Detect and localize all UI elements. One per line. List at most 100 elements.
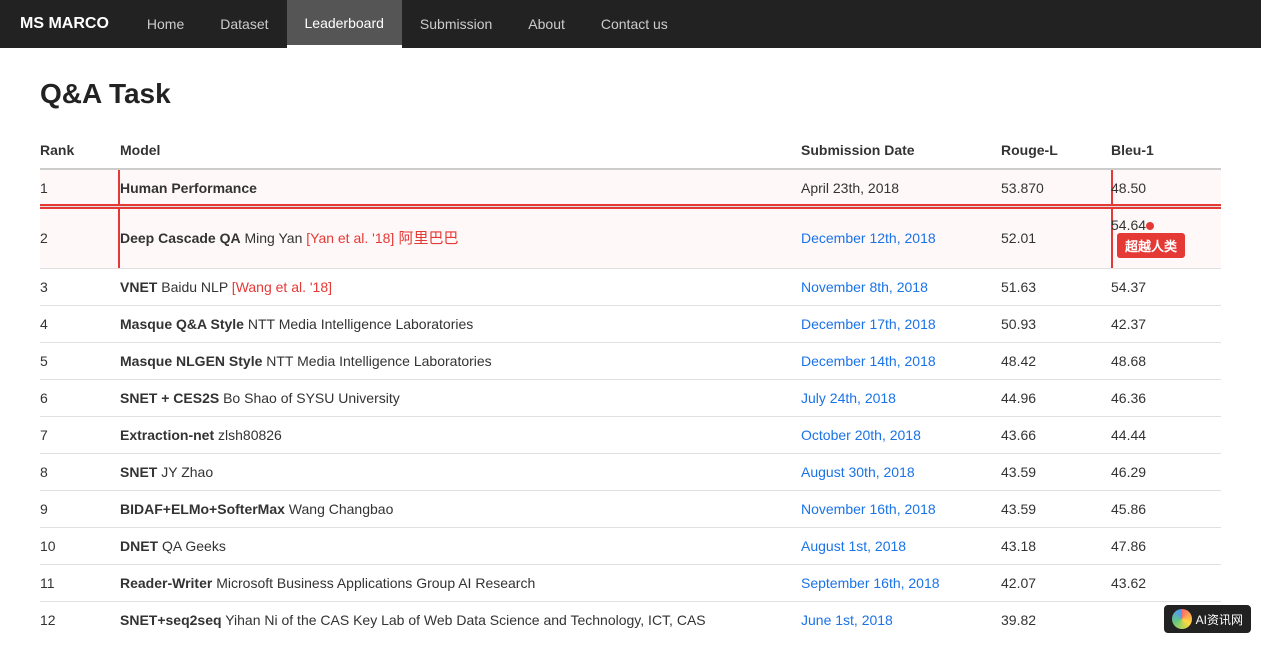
cell-date[interactable]: December 17th, 2018: [801, 306, 1001, 343]
cell-model: SNET+seq2seq Yihan Ni of the CAS Key Lab…: [120, 602, 801, 639]
cell-model: Human Performance: [120, 169, 801, 207]
date-link[interactable]: November 8th, 2018: [801, 279, 928, 295]
model-name: VNET: [120, 279, 157, 295]
date-link[interactable]: November 16th, 2018: [801, 501, 936, 517]
cell-bleu: 43.62: [1111, 565, 1221, 602]
cell-bleu: 48.68: [1111, 343, 1221, 380]
table-row: 10DNET QA GeeksAugust 1st, 201843.1847.8…: [40, 528, 1221, 565]
col-model: Model: [120, 134, 801, 169]
table-row: 8SNET JY ZhaoAugust 30th, 201843.5946.29: [40, 454, 1221, 491]
cell-rank: 12: [40, 602, 120, 639]
cell-bleu: 47.86: [1111, 528, 1221, 565]
cell-model: SNET JY Zhao: [120, 454, 801, 491]
nav-leaderboard[interactable]: Leaderboard: [287, 0, 402, 48]
cell-rank: 6: [40, 380, 120, 417]
date-link[interactable]: December 17th, 2018: [801, 316, 936, 332]
model-desc: NTT Media Intelligence Laboratories: [244, 316, 473, 332]
cell-bleu: 44.44: [1111, 417, 1221, 454]
col-rank: Rank: [40, 134, 120, 169]
cell-bleu: 54.64超越人类: [1111, 207, 1221, 269]
table-row: 7Extraction-net zlsh80826 October 20th, 2…: [40, 417, 1221, 454]
table-row: 11Reader-Writer Microsoft Business Appli…: [40, 565, 1221, 602]
table-row: 2Deep Cascade QA Ming Yan [Yan et al. '1…: [40, 207, 1221, 269]
cell-date[interactable]: October 20th, 2018: [801, 417, 1001, 454]
cell-rouge: 48.42: [1001, 343, 1111, 380]
date-link[interactable]: July 24th, 2018: [801, 390, 896, 406]
table-row: 5Masque NLGEN Style NTT Media Intelligen…: [40, 343, 1221, 380]
model-link[interactable]: [Wang et al. '18]: [228, 279, 332, 295]
cell-date[interactable]: December 12th, 2018: [801, 207, 1001, 269]
cell-bleu: 46.29: [1111, 454, 1221, 491]
table-row: 1Human Performance April 23th, 201853.870…: [40, 169, 1221, 207]
cell-model: Reader-Writer Microsoft Business Applica…: [120, 565, 801, 602]
model-name: Deep Cascade QA: [120, 230, 241, 246]
date-link[interactable]: August 1st, 2018: [801, 538, 906, 554]
date-link[interactable]: December 14th, 2018: [801, 353, 936, 369]
date-link[interactable]: December 12th, 2018: [801, 230, 936, 246]
table-row: 12SNET+seq2seq Yihan Ni of the CAS Key L…: [40, 602, 1221, 639]
leaderboard-table: Rank Model Submission Date Rouge-L Bleu-…: [40, 134, 1221, 638]
model-link[interactable]: [Yan et al. '18]: [302, 230, 394, 246]
cell-model: DNET QA Geeks: [120, 528, 801, 565]
model-desc: Baidu NLP: [157, 279, 228, 295]
watermark: AI资讯网: [1164, 605, 1251, 633]
table-row: 4Masque Q&A Style NTT Media Intelligence…: [40, 306, 1221, 343]
nav-brand: MS MARCO: [20, 15, 109, 33]
model-desc: Bo Shao of SYSU University: [219, 390, 400, 406]
cell-date[interactable]: November 8th, 2018: [801, 269, 1001, 306]
model-name: BIDAF+ELMo+SofterMax: [120, 501, 285, 517]
cell-model: BIDAF+ELMo+SofterMax Wang Changbao: [120, 491, 801, 528]
cell-model: VNET Baidu NLP [Wang et al. '18]: [120, 269, 801, 306]
cell-date: April 23th, 2018: [801, 169, 1001, 207]
date-link[interactable]: June 1st, 2018: [801, 612, 893, 628]
cell-rouge: 53.870: [1001, 169, 1111, 207]
navbar: MS MARCO Home Dataset Leaderboard Submis…: [0, 0, 1261, 48]
cell-date[interactable]: July 24th, 2018: [801, 380, 1001, 417]
cell-bleu: 42.37: [1111, 306, 1221, 343]
date-link[interactable]: September 16th, 2018: [801, 575, 940, 591]
cell-model: Masque NLGEN Style NTT Media Intelligenc…: [120, 343, 801, 380]
main-content: Q&A Task Rank Model Submission Date Roug…: [0, 48, 1261, 668]
date-link[interactable]: August 30th, 2018: [801, 464, 915, 480]
model-desc: NTT Media Intelligence Laboratories: [262, 353, 491, 369]
exceed-dot: [1146, 222, 1154, 230]
model-name: DNET: [120, 538, 158, 554]
model-name: Human Performance: [120, 180, 257, 196]
model-name: Reader-Writer: [120, 575, 212, 591]
table-row: 9BIDAF+ELMo+SofterMax Wang ChangbaoNovem…: [40, 491, 1221, 528]
cell-model: Masque Q&A Style NTT Media Intelligence …: [120, 306, 801, 343]
model-desc: Wang Changbao: [285, 501, 393, 517]
cell-rank: 11: [40, 565, 120, 602]
model-desc: zlsh80826: [214, 427, 282, 443]
cell-date[interactable]: November 16th, 2018: [801, 491, 1001, 528]
cell-date[interactable]: June 1st, 2018: [801, 602, 1001, 639]
nav-items: Home Dataset Leaderboard Submission Abou…: [129, 0, 686, 48]
exceed-badge: 超越人类: [1117, 233, 1185, 258]
cell-date[interactable]: August 30th, 2018: [801, 454, 1001, 491]
cell-rouge: 43.66: [1001, 417, 1111, 454]
page-title: Q&A Task: [40, 78, 1221, 110]
nav-contact[interactable]: Contact us: [583, 0, 686, 48]
cell-date[interactable]: December 14th, 2018: [801, 343, 1001, 380]
date-link[interactable]: October 20th, 2018: [801, 427, 921, 443]
model-name: Masque Q&A Style: [120, 316, 244, 332]
cell-rouge: 43.59: [1001, 454, 1111, 491]
model-desc: Yihan Ni of the CAS Key Lab of Web Data …: [222, 612, 706, 628]
table-row: 6SNET + CES2S Bo Shao of SYSU University…: [40, 380, 1221, 417]
cell-date[interactable]: August 1st, 2018: [801, 528, 1001, 565]
model-name: Extraction-net: [120, 427, 214, 443]
cell-rank: 7: [40, 417, 120, 454]
cell-bleu: 48.50: [1111, 169, 1221, 207]
cell-rank: 1: [40, 169, 120, 207]
col-rouge: Rouge-L: [1001, 134, 1111, 169]
nav-about[interactable]: About: [510, 0, 583, 48]
nav-home[interactable]: Home: [129, 0, 202, 48]
cell-model: SNET + CES2S Bo Shao of SYSU University: [120, 380, 801, 417]
cell-bleu: 46.36: [1111, 380, 1221, 417]
cell-date[interactable]: September 16th, 2018: [801, 565, 1001, 602]
nav-submission[interactable]: Submission: [402, 0, 510, 48]
nav-dataset[interactable]: Dataset: [202, 0, 286, 48]
model-desc: JY Zhao: [157, 464, 213, 480]
table-header: Rank Model Submission Date Rouge-L Bleu-…: [40, 134, 1221, 169]
table-body: 1Human Performance April 23th, 201853.870…: [40, 169, 1221, 638]
